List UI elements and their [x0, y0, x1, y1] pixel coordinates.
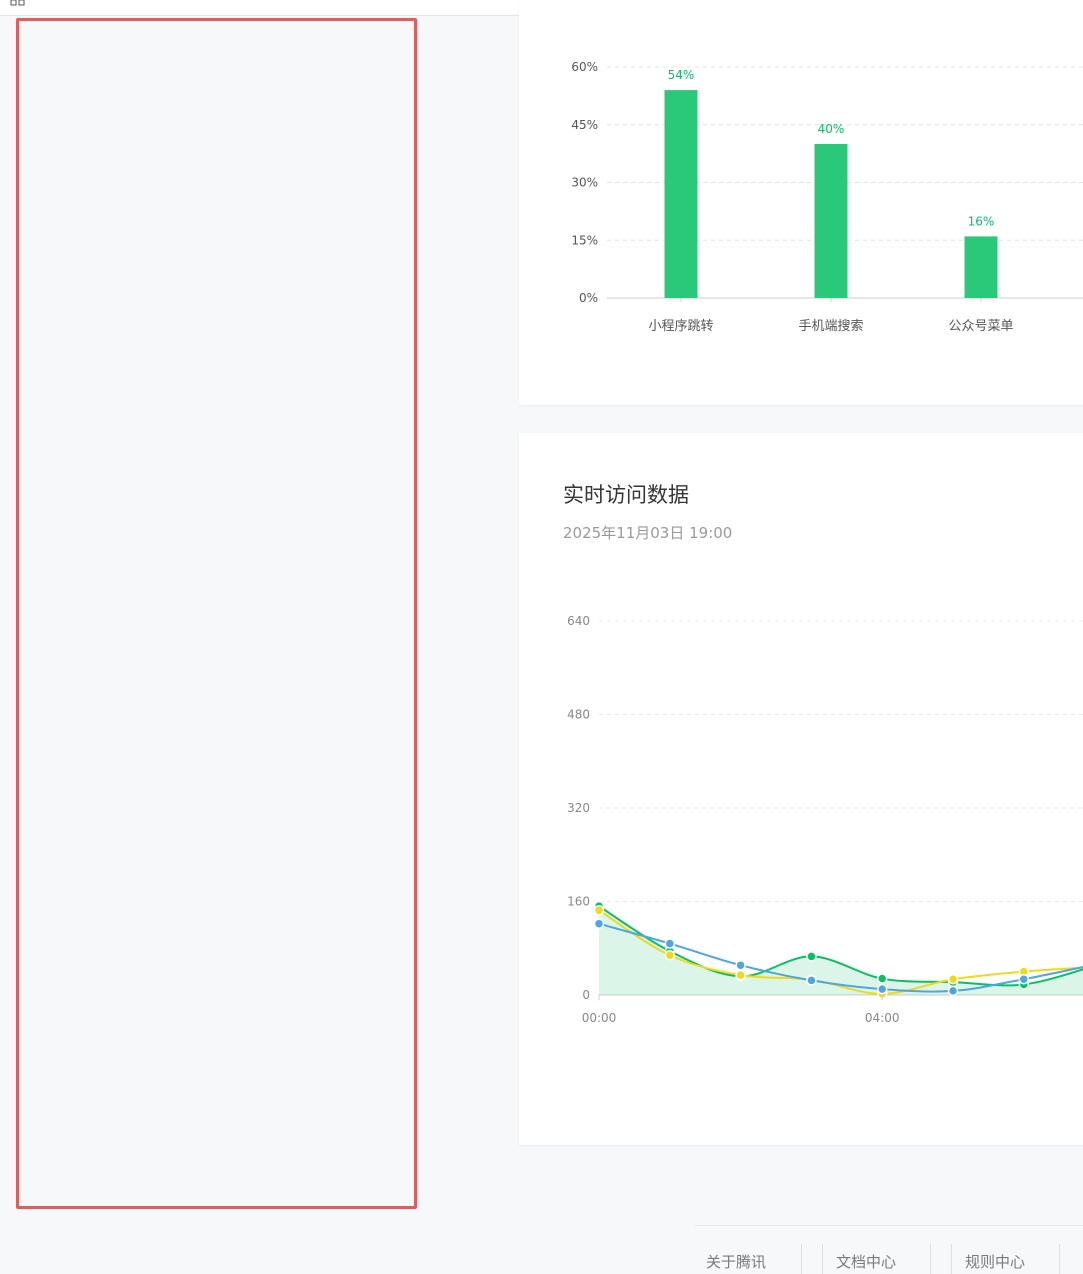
footer-divider: [822, 1244, 823, 1274]
x-tick-label: 00:00: [582, 1011, 617, 1025]
x-tick-label: 小程序跳转: [648, 319, 713, 334]
x-tick-label: 04:00: [865, 1011, 900, 1025]
bar: [814, 144, 848, 298]
series-point: [876, 973, 888, 984]
footer-link-rules[interactable]: 规则中心: [965, 1251, 1025, 1272]
sidebar-highlight-region: [16, 18, 417, 1209]
series-point: [593, 905, 605, 916]
grid-icon[interactable]: [10, 0, 26, 6]
y-tick-label: 480: [567, 708, 590, 722]
series-point: [664, 950, 676, 961]
footer: 关于腾讯 文档中心 规则中心: [695, 1225, 1083, 1274]
series-point: [947, 973, 959, 985]
bar-value-label: 54%: [668, 68, 695, 82]
y-tick-label: 15%: [571, 233, 598, 247]
footer-divider: [801, 1244, 802, 1274]
y-tick-label: 160: [567, 895, 590, 909]
y-tick-label: 640: [567, 614, 590, 628]
footer-divider: [951, 1244, 952, 1274]
series-point: [1018, 973, 1030, 985]
footer-divider: [1059, 1244, 1060, 1274]
traffic-source-bar-chart: 0% 15% 30% 45% 60% 54% 小程序跳转 40% 手机端搜索 16% 公众号菜单: [571, 60, 1083, 334]
footer-link-docs[interactable]: 文档中心: [836, 1251, 896, 1272]
series-point: [876, 983, 888, 995]
footer-divider: [930, 1244, 931, 1274]
y-tick-label: 45%: [571, 118, 598, 132]
x-tick-label: 手机端搜索: [798, 319, 863, 334]
y-tick-label: 0%: [579, 291, 598, 305]
series-point: [806, 951, 817, 962]
realtime-visits-line-chart: 0 160 320 480 640 00:00 04:00: [567, 614, 1083, 1025]
series-point: [947, 985, 959, 997]
bar-value-label: 40%: [818, 122, 845, 136]
bar: [664, 90, 698, 298]
y-tick-label: 0: [582, 988, 590, 1002]
series-point: [735, 969, 746, 981]
y-tick-label: 60%: [571, 60, 598, 74]
bar-value-label: 16%: [968, 214, 995, 228]
realtime-visits-card: 实时访问数据 2025年11月03日 19:00 0 160 320 480 640 00…: [519, 433, 1083, 1145]
bar: [964, 236, 998, 298]
y-tick-label: 320: [567, 801, 590, 815]
x-tick-label: 公众号菜单: [948, 319, 1013, 334]
series-point: [593, 918, 605, 929]
series-point: [664, 938, 676, 949]
traffic-source-card: 0% 15% 30% 45% 60% 54% 小程序跳转 40% 手机端搜索 16% 公众号菜单: [519, 0, 1083, 405]
y-tick-label: 30%: [571, 176, 598, 190]
series-point: [806, 975, 817, 986]
series-point: [735, 959, 746, 971]
footer-link-about[interactable]: 关于腾讯: [706, 1251, 766, 1272]
